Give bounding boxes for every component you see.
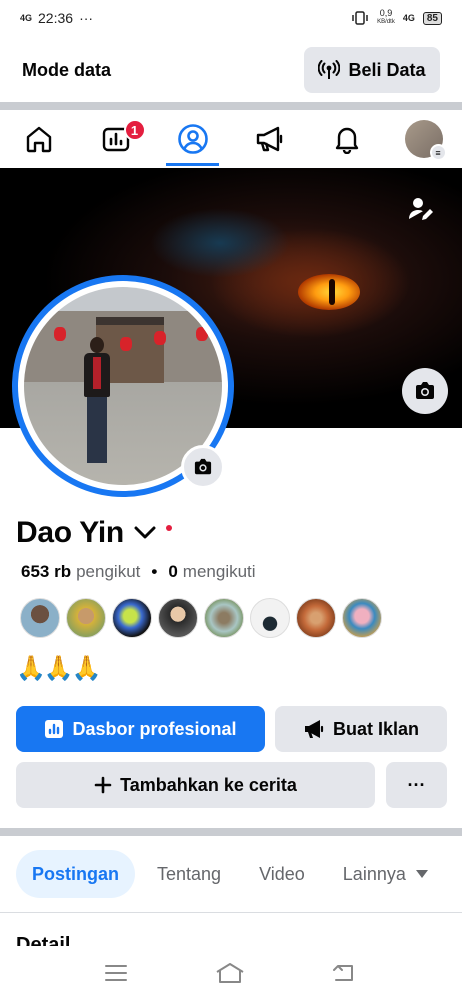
notification-badge: 1 <box>123 119 146 141</box>
followers-count[interactable]: 653 rb <box>21 562 71 582</box>
tab-home[interactable] <box>0 110 77 168</box>
tab-more[interactable]: Lainnya <box>327 850 444 898</box>
caret-down-icon <box>415 870 428 878</box>
tab-notifications[interactable] <box>308 110 385 168</box>
profile-name: Dao Yin <box>16 516 124 549</box>
edit-profile-icon[interactable] <box>408 196 434 227</box>
top-nav: 1 ≡ <box>0 110 462 168</box>
chevron-down-icon[interactable] <box>134 526 156 540</box>
create-ad-label: Buat Iklan <box>332 718 420 739</box>
network-type: 4G <box>402 12 415 23</box>
tab-more-label: Lainnya <box>342 863 406 884</box>
bio-emoji: 🙏🙏🙏 <box>16 655 102 682</box>
dragon-eye <box>298 274 360 310</box>
avatar: ≡ <box>404 120 447 161</box>
tab-dashboard[interactable]: 1 <box>77 110 154 168</box>
buy-data-label: Beli Data <box>348 59 426 80</box>
following-label[interactable]: mengikuti <box>183 562 256 582</box>
data-mode-title: Mode data <box>22 59 112 80</box>
speed-value: 0,9 <box>379 8 393 18</box>
cover-texture <box>150 208 290 278</box>
bell-icon <box>335 127 358 154</box>
followers-label[interactable]: pengikut <box>76 562 140 582</box>
photo-lantern <box>196 327 208 341</box>
avatar[interactable] <box>158 598 198 638</box>
profile-name-row: Dao Yin <box>16 516 172 550</box>
avatar[interactable] <box>112 598 152 638</box>
more-icon: ··· <box>407 774 426 795</box>
home-icon <box>26 126 51 153</box>
back-icon[interactable] <box>332 963 358 983</box>
following-count[interactable]: 0 <box>168 562 177 582</box>
camera-icon <box>194 458 212 475</box>
tab-menu[interactable]: ≡ <box>385 110 462 168</box>
status-more: ··· <box>79 10 94 26</box>
follow-stats: 653 rb pengikut • 0 mengikuti <box>21 562 256 582</box>
profile-icon <box>177 124 208 154</box>
profile-camera-button[interactable] <box>181 445 225 489</box>
system-nav-bar <box>0 946 462 1000</box>
more-options-button[interactable]: ··· <box>386 762 447 808</box>
network-speed: 0,9 KB/dtk <box>377 9 395 27</box>
avatar[interactable] <box>66 598 106 638</box>
tab-video[interactable]: Video <box>243 850 321 898</box>
profile-section-tabs: Postingan Tentang Video Lainnya <box>16 850 444 898</box>
professional-dashboard-button[interactable]: Dasbor profesional <box>16 706 265 752</box>
status-dot <box>165 525 172 531</box>
clock: 22:36 <box>38 10 74 26</box>
add-story-label: Tambahkan ke cerita <box>120 774 297 795</box>
tab-about[interactable]: Tentang <box>141 850 237 898</box>
add-to-story-button[interactable]: Tambahkan ke cerita <box>16 762 375 808</box>
tab-ads[interactable] <box>231 110 308 168</box>
data-mode-bar: Mode data Beli Data <box>0 44 462 96</box>
tab-profile[interactable] <box>154 110 231 168</box>
create-ad-button[interactable]: Buat Iklan <box>275 706 447 752</box>
photo-person <box>84 337 110 467</box>
battery-indicator: 85 <box>422 11 442 25</box>
camera-icon <box>416 382 434 399</box>
photo-lantern <box>120 337 132 351</box>
menu-icon: ≡ <box>429 144 447 161</box>
avatar[interactable] <box>250 598 290 638</box>
megaphone-icon <box>256 126 282 152</box>
speed-unit: KB/dtk <box>377 19 395 25</box>
divider <box>0 828 462 836</box>
broadcast-icon <box>318 60 341 79</box>
home-nav-icon[interactable] <box>215 962 245 984</box>
plus-icon <box>94 776 112 794</box>
avatar[interactable] <box>20 598 60 638</box>
dashboard-label: Dasbor profesional <box>72 718 237 739</box>
status-bar: 4G 22:36 ··· 0,9 KB/dtk 4G 85 <box>0 0 462 36</box>
buy-data-button[interactable]: Beli Data <box>304 47 440 93</box>
vibrate-icon <box>352 11 368 25</box>
signal-indicator: 4G <box>20 12 33 23</box>
divider <box>0 912 462 913</box>
avatar[interactable] <box>296 598 336 638</box>
divider <box>0 102 462 110</box>
separator-dot: • <box>151 562 158 581</box>
cover-camera-button[interactable] <box>402 368 448 414</box>
chart-icon <box>45 720 64 738</box>
tab-posts[interactable]: Postingan <box>16 850 136 898</box>
recents-icon[interactable] <box>104 964 128 982</box>
avatar[interactable] <box>342 598 382 638</box>
megaphone-icon <box>304 720 324 738</box>
avatar[interactable] <box>204 598 244 638</box>
photo-lantern <box>154 331 166 345</box>
photo-lantern <box>54 327 66 341</box>
follower-avatars <box>20 598 382 638</box>
